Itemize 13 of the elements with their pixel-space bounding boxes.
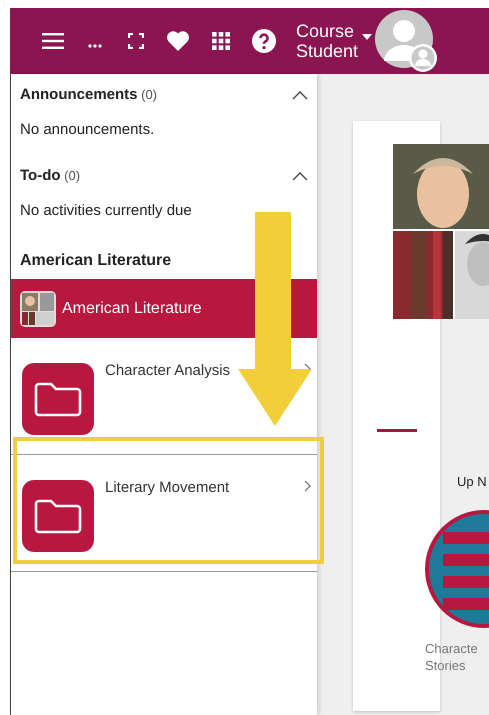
course-heading: American Literature <box>19 250 172 270</box>
course-label: American Literature <box>62 298 202 318</box>
activity-label: Characte <box>425 640 478 656</box>
section-title: To-do (0) <box>20 166 80 186</box>
folder-label: Character Analysis <box>105 361 232 381</box>
section-title: Announcements (0) <box>20 84 158 105</box>
folder-item[interactable]: Literary Movement <box>11 455 317 572</box>
folder-label: Literary Movement <box>105 478 230 498</box>
activity-label: Stories <box>425 656 466 674</box>
up-next-label: Up N <box>457 473 488 491</box>
user-menu-button[interactable]: Course Student <box>296 21 372 61</box>
section-message: No activities currently due <box>19 201 193 221</box>
section-message: No announcements. <box>19 120 156 140</box>
